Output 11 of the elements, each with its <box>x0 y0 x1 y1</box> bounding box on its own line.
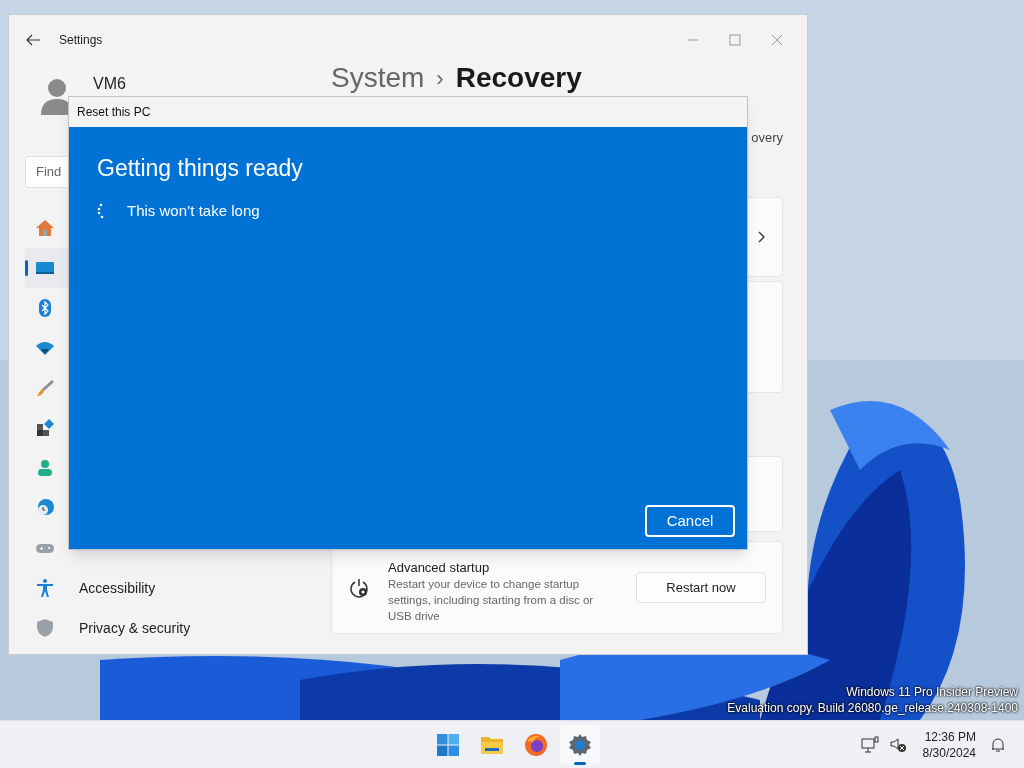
status-text: This won’t take long <box>127 200 260 221</box>
breadcrumb-separator: › <box>436 64 444 93</box>
page-title: Recovery <box>455 62 582 94</box>
page-subtitle: overy <box>751 130 783 146</box>
window-title: Settings <box>59 32 103 49</box>
watermark-text: Windows 11 Pro Insider Preview <box>846 684 1018 700</box>
dialog-title: Reset this PC <box>77 104 151 121</box>
setting-description: Restart your device to change startup settings, including starting from a disc or USB drive <box>388 576 595 624</box>
setting-title: Advanced startup <box>388 559 491 576</box>
user-name: VM6 <box>93 75 126 93</box>
dialog-heading: Getting things ready <box>97 154 304 183</box>
